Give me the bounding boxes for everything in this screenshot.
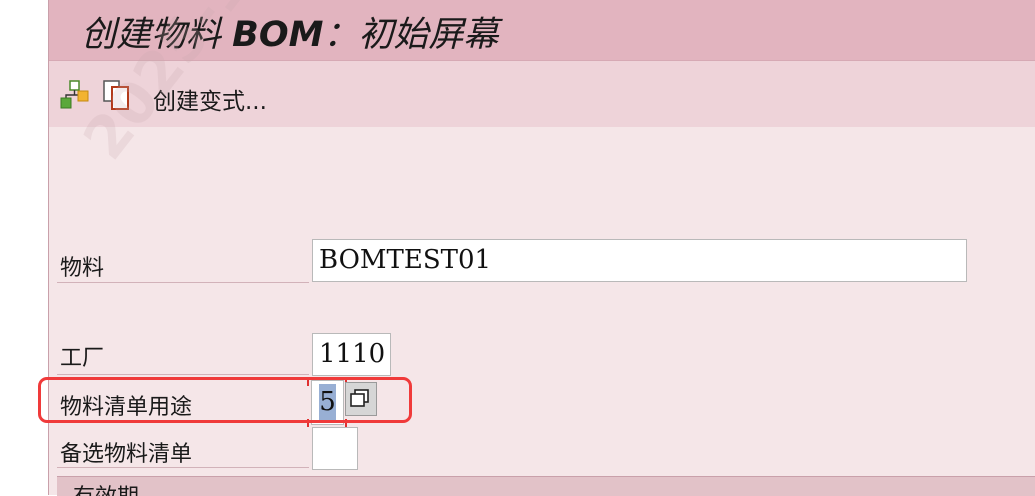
cursor-marker <box>345 419 347 427</box>
screen-title: 创建物料 BOM：初始屏幕 <box>81 15 499 55</box>
label-underline <box>57 467 309 468</box>
label-underline <box>57 282 309 283</box>
alternative-bom-input[interactable] <box>312 427 358 470</box>
value-help-button[interactable] <box>345 382 377 416</box>
application-toolbar: 创建变式... <box>49 60 1035 128</box>
validity-group-header: 有效期 <box>57 476 1035 496</box>
validity-group-title: 有效期 <box>73 479 139 496</box>
left-margin <box>0 0 49 495</box>
hierarchy-icon[interactable] <box>59 79 91 111</box>
value-help-icon <box>350 389 369 407</box>
plant-label: 工厂 <box>60 346 105 371</box>
bom-usage-label: 物料清单用途 <box>60 395 193 420</box>
cursor-marker <box>307 378 309 386</box>
bom-usage-value: 5 <box>319 384 336 420</box>
material-input[interactable]: BOMTEST01 <box>312 239 967 282</box>
material-label: 物料 <box>60 256 105 281</box>
alternative-bom-label: 备选物料清单 <box>60 442 193 467</box>
cursor-marker <box>307 419 309 427</box>
plant-input[interactable]: 1110 <box>312 333 391 376</box>
copy-icon[interactable] <box>101 79 133 111</box>
label-underline <box>57 374 309 375</box>
title-bar: 创建物料 BOM：初始屏幕 <box>49 0 1035 60</box>
main-area <box>49 127 1035 495</box>
bom-usage-input[interactable]: 5 <box>311 380 344 425</box>
create-variant-button[interactable]: 创建变式... <box>153 82 267 116</box>
